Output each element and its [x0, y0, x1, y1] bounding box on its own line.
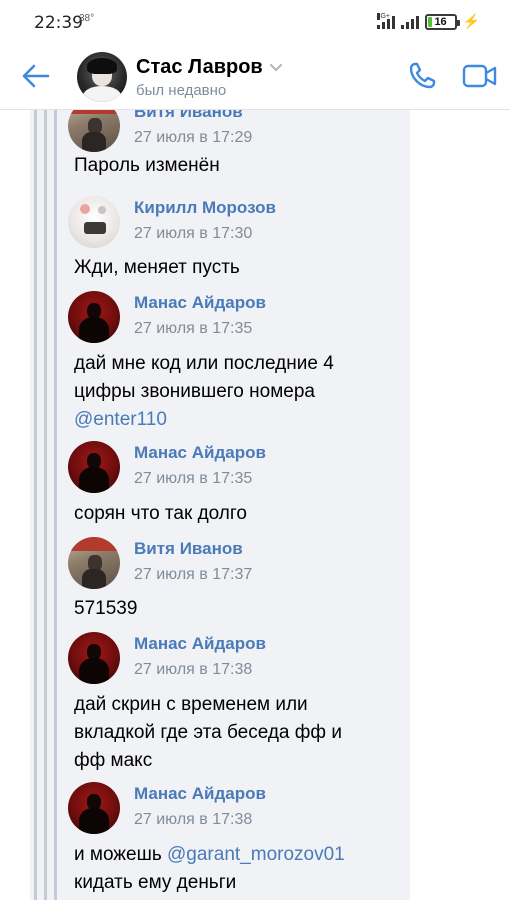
message-time: 27 июля в 17:30	[134, 225, 253, 242]
message-time: 27 июля в 17:37	[134, 566, 253, 583]
message-time: 27 июля в 17:35	[134, 470, 253, 487]
author-avatar[interactable]	[68, 196, 120, 248]
signal-4g-icon: 4G+	[376, 12, 395, 29]
charging-icon: ⚡	[462, 13, 480, 29]
author-avatar[interactable]	[68, 537, 120, 589]
arrow-left-icon	[22, 64, 50, 88]
video-call-button[interactable]	[460, 58, 500, 94]
video-camera-icon	[462, 64, 497, 88]
message-text: сорян что так долго	[74, 500, 394, 528]
battery-level: 16	[434, 15, 447, 28]
mention-link[interactable]: @enter110	[74, 406, 394, 434]
status-time: 22:39	[34, 13, 83, 33]
contact-name[interactable]: Стас Лавров	[136, 56, 283, 79]
status-bar: 22:39 38° 4G+ 16 ⚡	[0, 0, 510, 44]
status-indicators: 4G+ 16 ⚡	[376, 12, 480, 30]
message-text: дай скрин с временем или вкладкой где эт…	[74, 691, 394, 775]
chevron-down-icon	[269, 63, 282, 71]
author-avatar[interactable]	[68, 782, 120, 834]
signal-icon	[400, 15, 419, 29]
forward-rail-line	[54, 110, 57, 900]
message-time: 27 июля в 17:38	[134, 661, 253, 678]
message-text: Пароль изменён	[74, 152, 394, 180]
forward-rail-line	[34, 110, 37, 900]
chat-messages-area[interactable]: Витя Иванов 27 июля в 17:29 Пароль измен…	[0, 110, 510, 900]
forward-rail-line	[44, 110, 47, 900]
message-author[interactable]: Манас Айдаров	[134, 634, 266, 654]
author-avatar[interactable]	[68, 441, 120, 493]
message-line: Жди, меняет пусть	[74, 257, 240, 278]
message-author[interactable]: Витя Иванов	[134, 539, 243, 559]
battery-icon: 16	[424, 13, 460, 30]
message-line: дай скрин с временем или	[74, 694, 308, 715]
message-text: дай мне код или последние 4 цифры звонив…	[74, 350, 394, 434]
message-author[interactable]: Витя Иванов	[134, 110, 243, 122]
status-temperature: 38°	[79, 13, 95, 24]
message-time: 27 июля в 17:38	[134, 811, 253, 828]
message-line: и можешь @garant_morozov01	[74, 841, 394, 869]
message-author[interactable]: Кирилл Морозов	[134, 198, 276, 218]
message-author[interactable]: Манас Айдаров	[134, 293, 266, 313]
message-text: 571539	[74, 595, 394, 623]
message-author[interactable]: Манас Айдаров	[134, 784, 266, 804]
message-line: цифры звонившего номера	[74, 381, 315, 402]
message-time: 27 июля в 17:29	[134, 129, 253, 146]
back-button[interactable]	[18, 58, 54, 94]
contact-avatar[interactable]	[77, 52, 127, 102]
phone-icon	[409, 62, 436, 89]
message-line: дай мне код или последние 4	[74, 353, 334, 374]
message-time: 27 июля в 17:35	[134, 320, 253, 337]
message-line: фф макс	[74, 750, 153, 771]
call-button[interactable]	[404, 58, 440, 94]
message-line: вкладкой где эта беседа фф и	[74, 722, 342, 743]
network-type: 4G+	[376, 12, 390, 20]
message-line: Пароль изменён	[74, 155, 220, 176]
message-line: сорян что так долго	[74, 503, 247, 524]
contact-status: был недавно	[136, 82, 227, 99]
message-text: Жди, меняет пусть	[74, 254, 394, 282]
message-text: и можешь @garant_morozov01 кидать ему де…	[74, 841, 394, 897]
author-avatar[interactable]	[68, 632, 120, 684]
message-line: 571539	[74, 598, 138, 619]
contact-name-text: Стас Лавров	[136, 56, 263, 78]
chat-header: Стас Лавров был недавно	[0, 44, 510, 110]
message-text-fragment: и можешь	[74, 844, 168, 865]
message-line: кидать ему деньги	[74, 872, 237, 893]
mention-link[interactable]: @garant_morozov01	[167, 844, 345, 865]
message-author[interactable]: Манас Айдаров	[134, 443, 266, 463]
author-avatar[interactable]	[68, 291, 120, 343]
